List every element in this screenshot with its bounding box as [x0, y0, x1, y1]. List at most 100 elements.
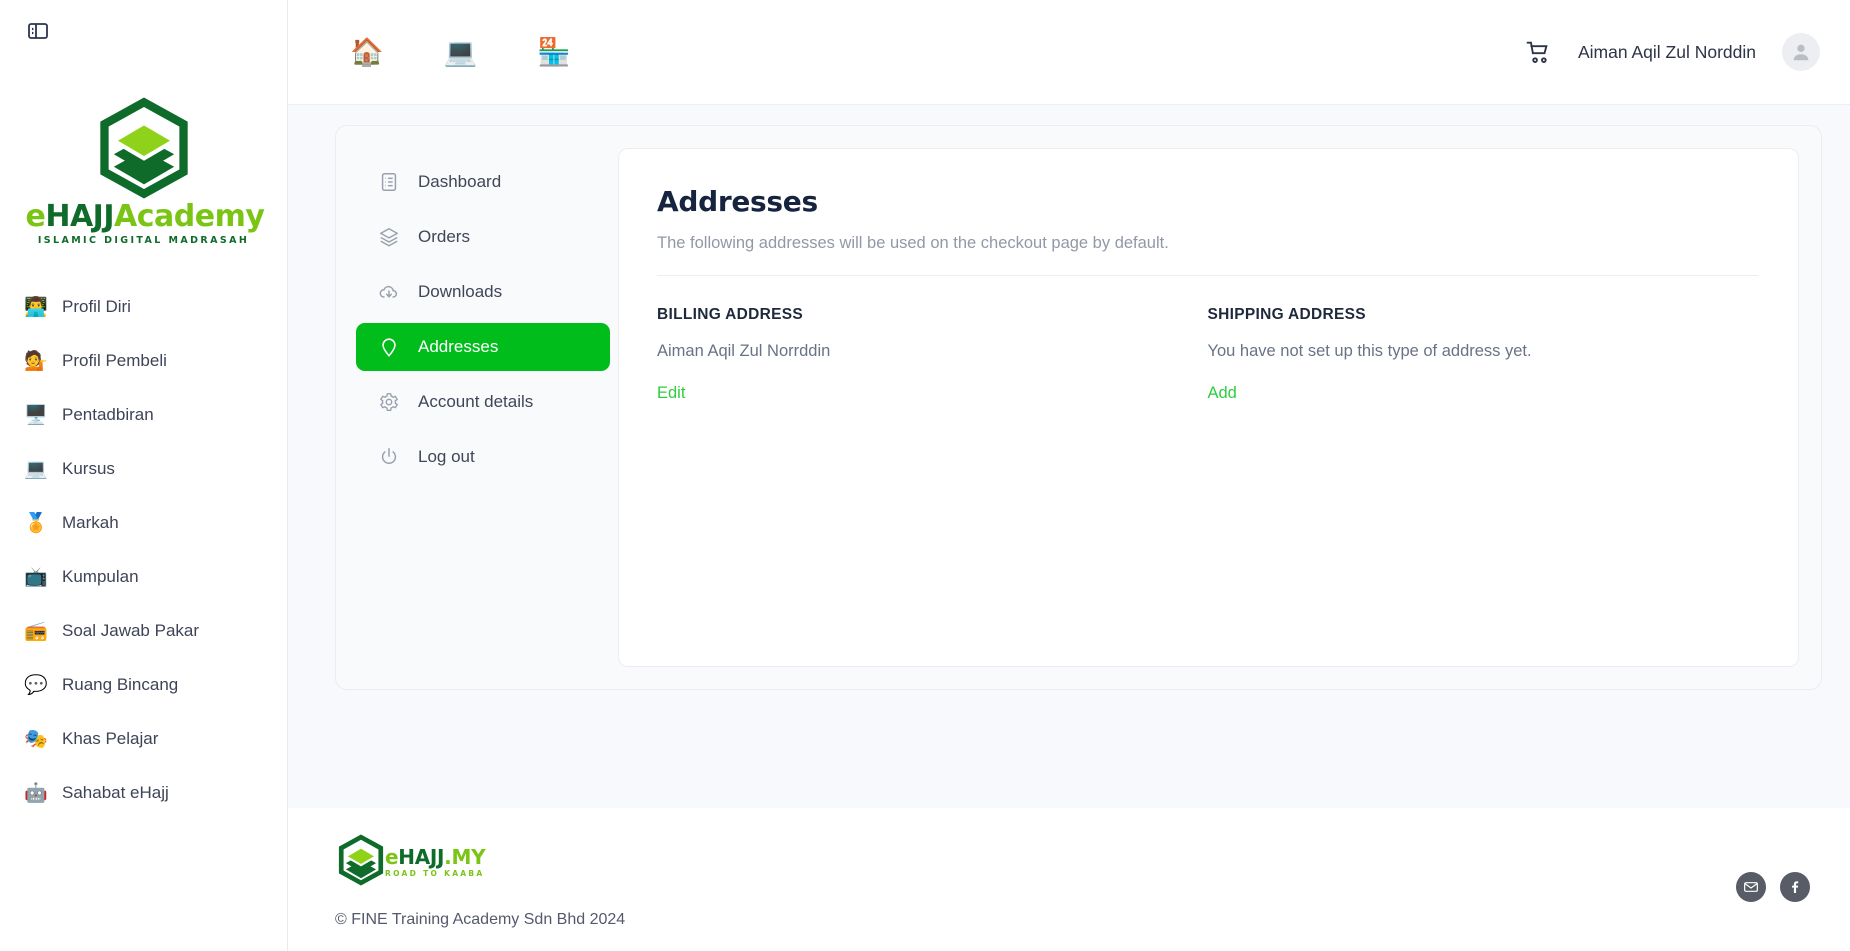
app-root: eHAJJAcademy ISLAMIC DIGITAL MADRASAH 👨‍… — [0, 0, 1850, 951]
account-nav-label: Orders — [418, 227, 470, 246]
shipping-address-heading: SHIPPING ADDRESS — [1207, 306, 1366, 323]
sidebar-item-label: Profil Diri — [62, 297, 131, 316]
account-nav-label: Log out — [418, 447, 475, 466]
page-title: Addresses — [657, 185, 818, 218]
sidebar-item-soal-jawab-pakar[interactable]: 📻 Soal Jawab Pakar — [0, 604, 287, 658]
addresses-grid: BILLING ADDRESS Aiman Aqil Zul Norrddin … — [657, 306, 1758, 403]
account-nav-orders[interactable]: Orders — [356, 213, 610, 261]
sidebar-item-ruang-bincang[interactable]: 💬 Ruang Bincang — [0, 658, 287, 712]
topbar: 🏠 💻 🏪 Aiman Aqil Zul Norddin — [288, 0, 1850, 105]
account-nav-label: Dashboard — [418, 172, 502, 191]
shipping-address-value: You have not set up this type of address… — [1207, 342, 1532, 360]
billing-edit-link[interactable]: Edit — [657, 384, 685, 403]
sidebar-item-khas-pelajar[interactable]: 🎭 Khas Pelajar — [0, 712, 287, 766]
sidebar-menu: 👨‍💻 Profil Diri 💁 Profil Pembeli 🖥️ Pent… — [0, 268, 287, 820]
soal-jawab-pakar-icon: 📻 — [24, 619, 48, 642]
sidebar-item-label: Soal Jawab Pakar — [62, 621, 200, 640]
panel-toggle-icon[interactable] — [26, 19, 50, 43]
sidebar: eHAJJAcademy ISLAMIC DIGITAL MADRASAH 👨‍… — [0, 0, 288, 951]
ruang-bincang-icon: 💬 — [24, 673, 48, 696]
footer-logo-hajj: HAJJ — [398, 845, 445, 870]
footer-socials — [1736, 872, 1810, 902]
account-nav: Dashboard Orders Downloads Addresses Acc… — [346, 148, 618, 667]
sidebar-logo[interactable]: eHAJJAcademy ISLAMIC DIGITAL MADRASAH — [0, 62, 287, 268]
footer-left: eHAJJ.MY ROAD TO KAABA © FINE Training A… — [335, 834, 625, 929]
account-nav-addresses[interactable]: Addresses — [356, 323, 610, 371]
sidebar-item-label: Sahabat eHajj — [62, 783, 169, 802]
main-area: 🏠 💻 🏪 Aiman Aqil Zul Norddin Dashboard O… — [288, 0, 1850, 951]
sidebar-item-label: Ruang Bincang — [62, 675, 179, 694]
billing-address-heading: BILLING ADDRESS — [657, 306, 804, 323]
footer: eHAJJ.MY ROAD TO KAABA © FINE Training A… — [288, 808, 1850, 951]
billing-address-value: Aiman Aqil Zul Norrddin — [657, 342, 831, 360]
account-nav-label: Addresses — [418, 337, 499, 356]
divider — [657, 275, 1758, 276]
account-nav-account-details[interactable]: Account details — [356, 378, 610, 426]
kursus-icon: 💻 — [24, 457, 48, 480]
orders-layers-icon — [380, 228, 398, 247]
footer-logo[interactable]: eHAJJ.MY ROAD TO KAABA — [335, 834, 625, 891]
footer-logo-e: e — [385, 845, 399, 870]
sidebar-item-label: Kursus — [62, 459, 115, 478]
khas-pelajar-icon: 🎭 — [24, 727, 48, 750]
logo-tagline: ISLAMIC DIGITAL MADRASAH — [37, 235, 250, 246]
sahabat-ehajj-icon: 🤖 — [24, 781, 48, 804]
sidebar-item-label: Pentadbiran — [62, 405, 154, 424]
shipping-add-link[interactable]: Add — [1208, 384, 1237, 403]
shipping-address-column: SHIPPING ADDRESS You have not set up thi… — [1208, 306, 1759, 403]
markah-icon: 🏅 — [24, 511, 48, 534]
logo-word-hajj: HAJJ — [45, 199, 115, 234]
facebook-icon[interactable] — [1780, 872, 1810, 902]
sidebar-item-kumpulan[interactable]: 📺 Kumpulan — [0, 550, 287, 604]
logo-wordmark: eHAJJAcademy — [25, 199, 265, 234]
account-panel: Dashboard Orders Downloads Addresses Acc… — [335, 125, 1822, 690]
power-icon — [381, 448, 397, 464]
sidebar-item-label: Profil Pembeli — [62, 351, 167, 370]
sidebar-item-profil-diri[interactable]: 👨‍💻 Profil Diri — [0, 280, 287, 334]
dashboard-icon — [381, 173, 397, 191]
store-icon[interactable]: 🏪 — [537, 39, 571, 66]
footer-logo-tagline: ROAD TO KAABA — [385, 869, 485, 879]
kaaba-logo-icon — [26, 96, 262, 200]
download-cloud-icon — [379, 285, 397, 298]
user-name-label: Aiman Aqil Zul Norddin — [1578, 41, 1756, 62]
sidebar-item-markah[interactable]: 🏅 Markah — [0, 496, 287, 550]
user-avatar-icon — [1793, 44, 1809, 61]
home-icon[interactable]: 🏠 — [350, 39, 384, 66]
account-nav-downloads[interactable]: Downloads — [356, 268, 610, 316]
sidebar-item-label: Kumpulan — [62, 567, 139, 586]
account-nav-log-out[interactable]: Log out — [356, 433, 610, 481]
location-pin-icon — [382, 338, 396, 357]
billing-address-column: BILLING ADDRESS Aiman Aqil Zul Norrddin … — [657, 306, 1208, 403]
account-nav-label: Account details — [418, 392, 534, 411]
content-region: Dashboard Orders Downloads Addresses Acc… — [288, 105, 1850, 951]
sidebar-item-label: Khas Pelajar — [62, 729, 159, 748]
account-nav-dashboard[interactable]: Dashboard — [356, 158, 610, 206]
sidebar-item-sahabat-ehajj[interactable]: 🤖 Sahabat eHajj — [0, 766, 287, 820]
page-subtitle: The following addresses will be used on … — [657, 234, 1169, 252]
elearning-icon[interactable]: 💻 — [444, 39, 478, 66]
gear-icon — [379, 393, 399, 411]
sidebar-item-pentadbiran[interactable]: 🖥️ Pentadbiran — [0, 388, 287, 442]
topbar-nav: 🏠 💻 🏪 — [288, 39, 571, 66]
email-icon[interactable] — [1736, 872, 1766, 902]
shopping-cart-icon[interactable] — [1524, 38, 1552, 66]
topbar-right: Aiman Aqil Zul Norddin — [1524, 33, 1820, 71]
addresses-card: Addresses The following addresses will b… — [618, 148, 1799, 667]
sidebar-item-kursus[interactable]: 💻 Kursus — [0, 442, 287, 496]
sidebar-toggle-row — [0, 0, 287, 62]
sidebar-item-label: Markah — [62, 513, 119, 532]
profil-pembeli-icon: 💁 — [24, 349, 48, 372]
profil-diri-icon: 👨‍💻 — [24, 295, 48, 318]
copyright-text: © FINE Training Academy Sdn Bhd 2024 — [335, 911, 626, 928]
sidebar-item-profil-pembeli[interactable]: 💁 Profil Pembeli — [0, 334, 287, 388]
logo-word-e: e — [25, 199, 46, 234]
logo-word-academy: Academy — [114, 199, 265, 234]
kumpulan-icon: 📺 — [24, 565, 48, 588]
footer-logo-my: .MY — [444, 845, 486, 870]
pentadbiran-icon: 🖥️ — [24, 403, 48, 426]
account-nav-label: Downloads — [418, 282, 503, 301]
avatar[interactable] — [1782, 33, 1820, 71]
kaaba-logo-icon — [335, 834, 387, 891]
